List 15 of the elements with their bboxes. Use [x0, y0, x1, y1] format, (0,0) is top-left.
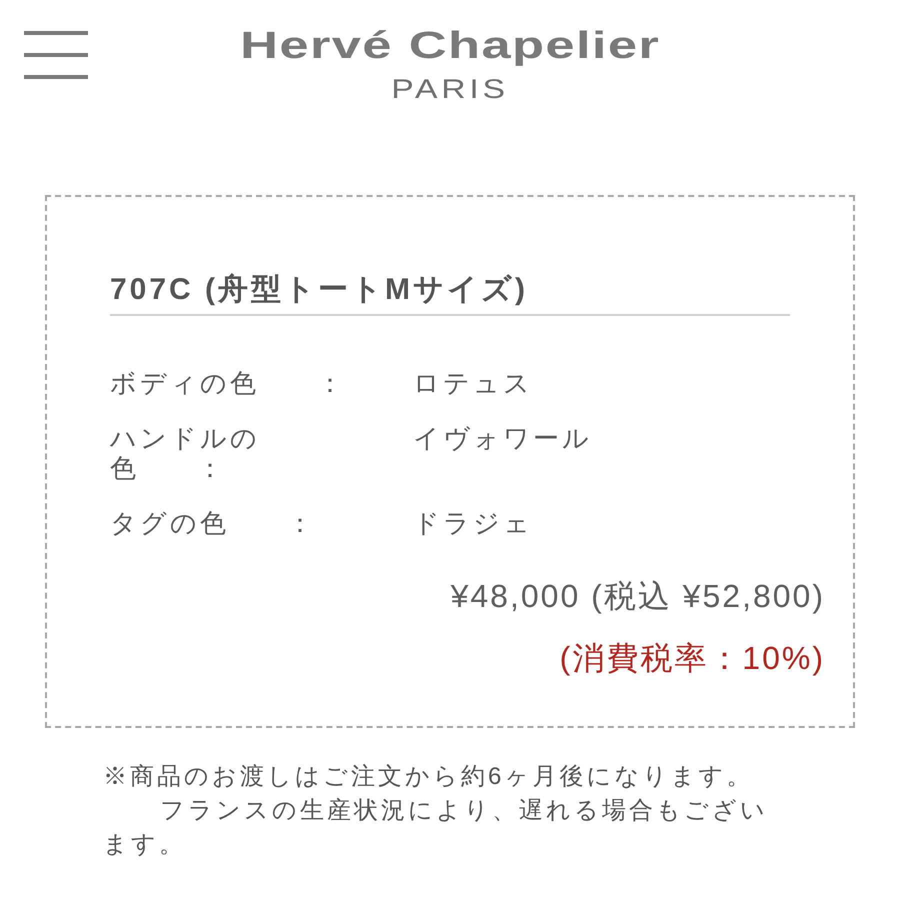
- spec-label: ボディの色 ：: [110, 368, 347, 398]
- menu-icon: [24, 31, 88, 79]
- spec-label: ハンドルの色 ：: [110, 423, 261, 483]
- brand-name: Hervé Chapelier: [240, 24, 660, 68]
- menu-button[interactable]: [24, 31, 88, 79]
- spec-value: ロテュス: [413, 368, 534, 398]
- price-text: ¥48,000 (税込 ¥52,800): [450, 578, 825, 614]
- delivery-note: ※商品のお渡しはご注文から約6ヶ月後になります。: [103, 762, 754, 792]
- spec-label: タグの色 ：: [110, 508, 317, 538]
- delay-note: フランスの生産状況により、遅れる場合もございます。: [103, 796, 768, 860]
- spec-value: ドラジェ: [413, 508, 534, 538]
- tax-rate-text: (消費税率：10%): [560, 640, 825, 676]
- product-title: 707C (舟型トートMサイズ): [110, 272, 530, 308]
- spec-value: イヴォワール: [413, 423, 593, 453]
- brand-subtitle: PARIS: [391, 74, 509, 104]
